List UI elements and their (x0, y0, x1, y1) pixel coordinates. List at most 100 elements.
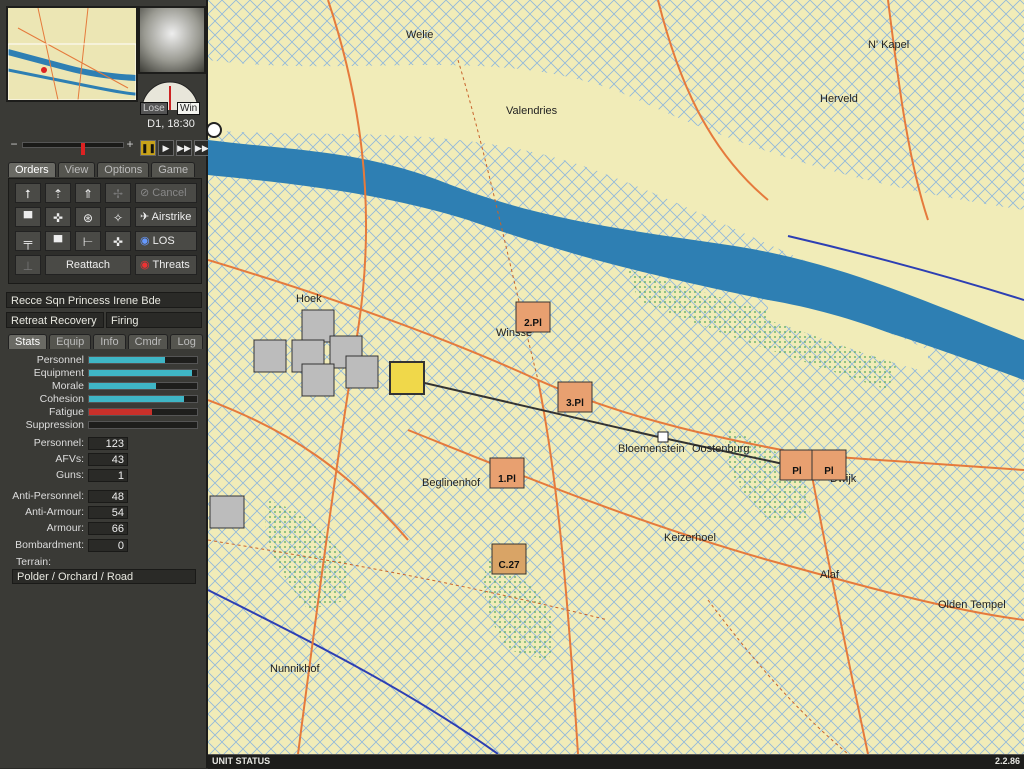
main-tabs: Orders View Options Game (8, 162, 196, 177)
assault-icon[interactable]: ⇑ (75, 183, 101, 203)
pause-button[interactable]: ❚❚ (140, 140, 156, 156)
stat-bar-fill (89, 396, 185, 402)
stat-number-value: 66 (88, 522, 128, 535)
threats-label: Threats (152, 259, 190, 271)
unit-label: 3.Pl (566, 398, 584, 409)
stat-number-row: Personnel: 123 (6, 437, 196, 451)
reattach-button[interactable]: Reattach (45, 255, 131, 275)
threat-eye-icon: ◉ (140, 259, 150, 271)
stat-number-value: 1 (88, 469, 128, 482)
los-button[interactable]: ◉ LOS (135, 231, 197, 251)
stat-number-label: Bombardment: (15, 539, 84, 551)
zoom-out-button[interactable]: − (8, 138, 20, 150)
place-name: Keizerhoel (664, 532, 716, 544)
selected-unit[interactable] (389, 361, 425, 395)
deploy-icon[interactable]: ✢ (105, 183, 131, 203)
place-name: Welie (406, 29, 433, 41)
place-name: Valendries (506, 105, 558, 117)
play-button[interactable]: ▶ (158, 140, 174, 156)
stat-number-row: AFVs: 43 (6, 453, 196, 467)
airstrike-label: Airstrike (151, 211, 192, 223)
side-panel: Lose Win D1, 18:30 − + ❚❚ ▶ ▶▶ ▶▶▶ Order… (0, 0, 216, 768)
place-name: Oostenburg (692, 443, 749, 455)
stat-number-label: Anti-Armour: (25, 506, 84, 518)
place-name: Herveld (820, 93, 858, 105)
withdraw-icon[interactable]: ╤ (15, 231, 41, 251)
stat-label: Morale (51, 380, 84, 392)
stat-number-label: Guns: (55, 469, 84, 481)
unit-status: Retreat Recovery (6, 312, 104, 328)
threats-button[interactable]: ◉ Threats (135, 255, 197, 275)
stat-row: Equipment (6, 367, 198, 379)
stat-row: Personnel (6, 354, 198, 366)
eye-icon: ◉ (140, 235, 150, 247)
stat-label: Cohesion (39, 393, 84, 405)
stat-bar-fill (89, 383, 156, 389)
terrain-value: Polder / Orchard / Road (12, 569, 196, 584)
cancel-button[interactable]: ⊘ Cancel (135, 183, 197, 203)
hold-icon[interactable]: ✜ (45, 207, 71, 227)
enemy-unit[interactable]: Pl (811, 449, 847, 481)
move-icon[interactable]: ⭡ (15, 183, 41, 203)
stat-bar (88, 395, 198, 403)
dig-in-icon[interactable]: ▀ (45, 231, 71, 251)
stat-number-value: 48 (88, 490, 128, 503)
defend-icon[interactable]: ▀ (15, 207, 41, 227)
tab-view[interactable]: View (57, 162, 96, 177)
tab-game[interactable]: Game (151, 162, 196, 177)
tab-cmdr[interactable]: Cmdr (127, 334, 169, 349)
tab-info[interactable]: Info (93, 334, 126, 349)
win-label: Win (177, 102, 201, 115)
detail-tabs: Stats Equip Info Cmdr Log (8, 334, 203, 349)
stat-row: Fatigue (6, 406, 198, 418)
status-bar-title: UNIT STATUS (212, 756, 271, 766)
zoom-in-button[interactable]: + (124, 138, 136, 150)
stat-bar-fill (89, 370, 192, 376)
enemy-unit[interactable]: C.27 (491, 543, 527, 575)
stat-number-value: 43 (88, 453, 128, 466)
terrain-label: Terrain: (16, 556, 52, 568)
enemy-unit[interactable]: Pl (779, 449, 815, 481)
battle-map[interactable]: Welie N' Kapel Valendries Herveld Hoek W… (208, 0, 1024, 754)
slider-track[interactable] (22, 142, 124, 155)
bombard-icon[interactable]: ✜ (105, 231, 131, 251)
place-name: Hoek (296, 293, 322, 305)
slider-thumb[interactable] (81, 143, 85, 155)
waypoint-marker (657, 431, 669, 443)
rest-icon[interactable]: ⊥ (15, 255, 41, 275)
tab-options[interactable]: Options (97, 162, 150, 177)
tab-stats[interactable]: Stats (8, 334, 48, 349)
probe-icon[interactable]: ⊛ (75, 207, 101, 227)
airstrike-button[interactable]: ✈ Airstrike (135, 207, 197, 227)
stat-number-label: Personnel: (33, 437, 84, 449)
stat-row: Morale (6, 380, 198, 392)
place-name: Olden Tempel (938, 599, 1006, 611)
time-slider[interactable]: − + (8, 138, 136, 155)
enemy-unit[interactable]: 1.Pl (489, 457, 525, 489)
stat-label: Equipment (33, 367, 84, 379)
fast-move-icon[interactable]: ⇡ (45, 183, 71, 203)
stat-row: Suppression (6, 419, 198, 431)
bridge-icon[interactable]: ⊢ (75, 231, 101, 251)
unit-label: 1.Pl (498, 474, 516, 485)
stat-bar-fill (89, 409, 152, 415)
enemy-unit[interactable]: 3.Pl (557, 381, 593, 413)
stat-number-row: Armour: 66 (6, 522, 196, 536)
enemy-unit[interactable]: 2.Pl (515, 301, 551, 333)
unit-label: C.27 (498, 560, 520, 571)
date-time: D1, 18:30 (147, 118, 195, 130)
tab-orders[interactable]: Orders (8, 162, 56, 177)
los-label: LOS (152, 235, 175, 247)
stat-number-value: 54 (88, 506, 128, 519)
stat-number-value: 123 (88, 437, 128, 450)
lose-label: Lose (140, 102, 168, 115)
target-icon[interactable]: ✧ (105, 207, 131, 227)
map-graphic[interactable]: Welie N' Kapel Valendries Herveld Hoek W… (208, 0, 1024, 754)
stat-row: Cohesion (6, 393, 198, 405)
fast-button[interactable]: ▶▶ (176, 140, 192, 156)
speed-controls: ❚❚ ▶ ▶▶ ▶▶▶ (140, 140, 216, 156)
tab-log[interactable]: Log (170, 334, 203, 349)
tab-equip[interactable]: Equip (49, 334, 92, 349)
unit-label: 2.Pl (524, 318, 542, 329)
mini-map[interactable] (6, 6, 138, 102)
